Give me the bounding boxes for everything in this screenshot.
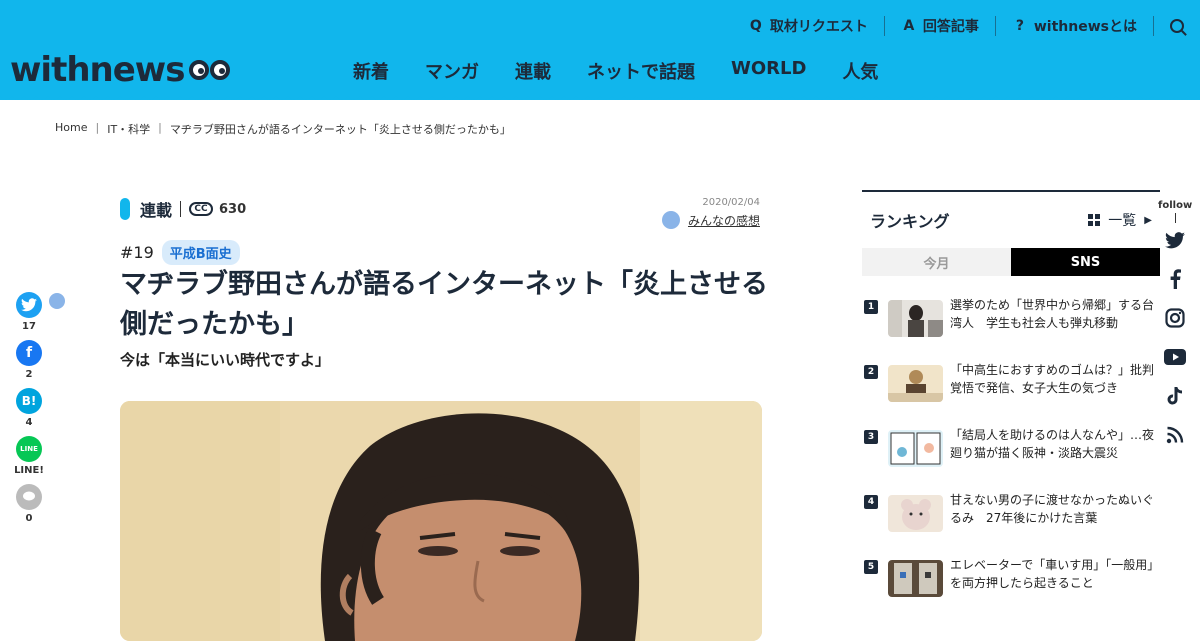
breadcrumb-category[interactable]: IT・科学: [107, 121, 150, 137]
rank-text: 「中高生におすすめのゴムは？」批判覚悟で発信、女子大生の気づき: [950, 363, 1155, 395]
tiktok-icon[interactable]: [1164, 385, 1186, 407]
ranking-all-link[interactable]: 一覧 ▶: [1088, 210, 1152, 230]
grid-icon: [1088, 214, 1101, 226]
rank-number: 2: [864, 365, 878, 379]
comment-icon: [16, 484, 42, 510]
line-label: LINE!: [14, 465, 44, 476]
ranking-title: ランキング: [870, 212, 950, 231]
a-icon: A: [903, 18, 915, 34]
twitter-icon[interactable]: [1164, 229, 1186, 251]
nav-manga[interactable]: マンガ: [407, 58, 497, 84]
hatena-icon: B!: [16, 388, 42, 414]
rank-text: 甘えない男の子に渡せなかったぬいぐるみ 27年後にかけた言葉: [950, 493, 1155, 525]
ranking-tabs: 今月 SNS: [862, 248, 1160, 276]
breadcrumb: Home | IT・科学 | マヂラブ野田さんが語るインターネット「炎上させる側…: [55, 121, 511, 137]
top-links: Q 取材リクエスト A 回答記事 ? withnewsとは: [732, 12, 1200, 40]
logo-text: withnews: [10, 50, 185, 90]
comment-count: 0: [25, 513, 33, 524]
twitter-count: 17: [22, 321, 36, 332]
rank-number: 1: [864, 300, 878, 314]
top-link-about[interactable]: ? withnewsとは: [996, 16, 1154, 36]
share-hatena[interactable]: B! 4: [14, 388, 44, 428]
publish-date: 2020/02/04: [702, 197, 760, 208]
twitter-icon: [16, 292, 42, 318]
breadcrumb-home[interactable]: Home: [55, 121, 87, 137]
header-wave: [0, 92, 1200, 100]
rank-text: エレベーターで「車いす用」「一般用」を両方押したら起きること: [950, 558, 1160, 590]
series-tag[interactable]: 平成B面史: [161, 240, 240, 265]
breadcrumb-current: マヂラブ野田さんが語るインターネット「炎上させる側だったかも」: [169, 123, 511, 136]
instagram-icon[interactable]: [1164, 307, 1186, 329]
share-comment[interactable]: 0: [14, 484, 44, 524]
rank-thumbnail: [888, 430, 943, 467]
memo-icon[interactable]: [49, 293, 65, 309]
line-icon: LINE: [16, 436, 42, 462]
youtube-icon[interactable]: [1164, 346, 1186, 368]
ranking-item[interactable]: 1 選挙のため「世界中から帰郷」する台湾人 学生も社会人も弾丸移動: [862, 298, 1160, 350]
nav-world[interactable]: WORLD: [713, 58, 824, 84]
question-icon: ?: [1015, 18, 1024, 34]
ranking-item[interactable]: 3 「結局人を助けるのは人なんや」…夜廻り猫が描く阪神・淡路大震災: [862, 428, 1160, 480]
rank-thumbnail: [888, 495, 943, 532]
series-bar: [120, 198, 130, 220]
rank-number: 3: [864, 430, 878, 444]
search-icon: [1170, 19, 1184, 33]
follow-label: follow: [1158, 200, 1193, 211]
rank-thumbnail: [888, 560, 943, 597]
ranking-item[interactable]: 2 「中高生におすすめのゴムは？」批判覚悟で発信、女子大生の気づき: [862, 363, 1160, 415]
top-link-request[interactable]: Q 取材リクエスト: [732, 16, 885, 36]
tab-month[interactable]: 今月: [862, 248, 1011, 276]
rank-number: 4: [864, 495, 878, 509]
share-line[interactable]: LINE LINE!: [14, 436, 44, 476]
ranking-item[interactable]: 5 エレベーターで「車いす用」「一般用」を両方押したら起きること: [862, 558, 1160, 610]
nav-popular[interactable]: 人気: [824, 58, 896, 84]
logo-eyes-icon: [188, 60, 231, 80]
tab-sns[interactable]: SNS: [1011, 248, 1160, 276]
rank-text: 選挙のため「世界中から帰郷」する台湾人 学生も社会人も弾丸移動: [950, 298, 1155, 330]
nav-series[interactable]: 連載: [497, 58, 569, 84]
share-facebook[interactable]: f 2: [14, 340, 44, 380]
episode-number: #19: [120, 243, 154, 262]
rank-number: 5: [864, 560, 878, 574]
series-label[interactable]: 連載: [140, 197, 172, 221]
search-button[interactable]: [1154, 16, 1200, 36]
twitter-icon: [661, 211, 680, 229]
site-header: withnews Q 取材リクエスト A 回答記事 ? withnewsとは 新…: [0, 0, 1200, 100]
follow-sidebar: follow: [1158, 200, 1192, 463]
rank-thumbnail: [888, 300, 943, 337]
rank-text: 「結局人を助けるのは人なんや」…夜廻り猫が描く阪神・淡路大震災: [950, 428, 1155, 460]
ranking-panel: ランキング 一覧 ▶ 今月 SNS 1 選挙のため「世界中から帰郷」する台湾人 …: [862, 190, 1160, 606]
top-link-answers[interactable]: A 回答記事: [885, 16, 996, 36]
triangle-right-icon: ▶: [1144, 214, 1152, 226]
view-count: 630: [219, 201, 247, 217]
facebook-count: 2: [25, 369, 33, 380]
rank-thumbnail: [888, 365, 943, 402]
q-icon: Q: [749, 18, 762, 34]
nav-net[interactable]: ネットで話題: [569, 58, 713, 84]
main-nav: 新着 マンガ 連載 ネットで話題 WORLD 人気: [335, 58, 896, 84]
article-meta: 連載 CC 630: [120, 197, 246, 221]
facebook-icon: f: [16, 340, 42, 366]
kanso-link[interactable]: みんなの感想: [661, 211, 760, 229]
article-subtitle: 今は「本当にいい時代ですよ」: [120, 351, 331, 369]
site-logo[interactable]: withnews: [10, 50, 231, 90]
ranking-item[interactable]: 4 甘えない男の子に渡せなかったぬいぐるみ 27年後にかけた言葉: [862, 493, 1160, 545]
episode-row: #19 平成B面史: [120, 240, 240, 265]
facebook-icon[interactable]: [1164, 268, 1186, 290]
hatena-count: 4: [25, 417, 33, 428]
article-title: マヂラブ野田さんが語るインターネット「炎上させる側だったかも」: [120, 269, 768, 340]
share-twitter[interactable]: 17: [14, 292, 44, 332]
views-icon: CC: [189, 202, 214, 216]
rss-icon[interactable]: [1164, 424, 1186, 446]
hero-image: [120, 401, 762, 641]
nav-new[interactable]: 新着: [335, 58, 407, 84]
